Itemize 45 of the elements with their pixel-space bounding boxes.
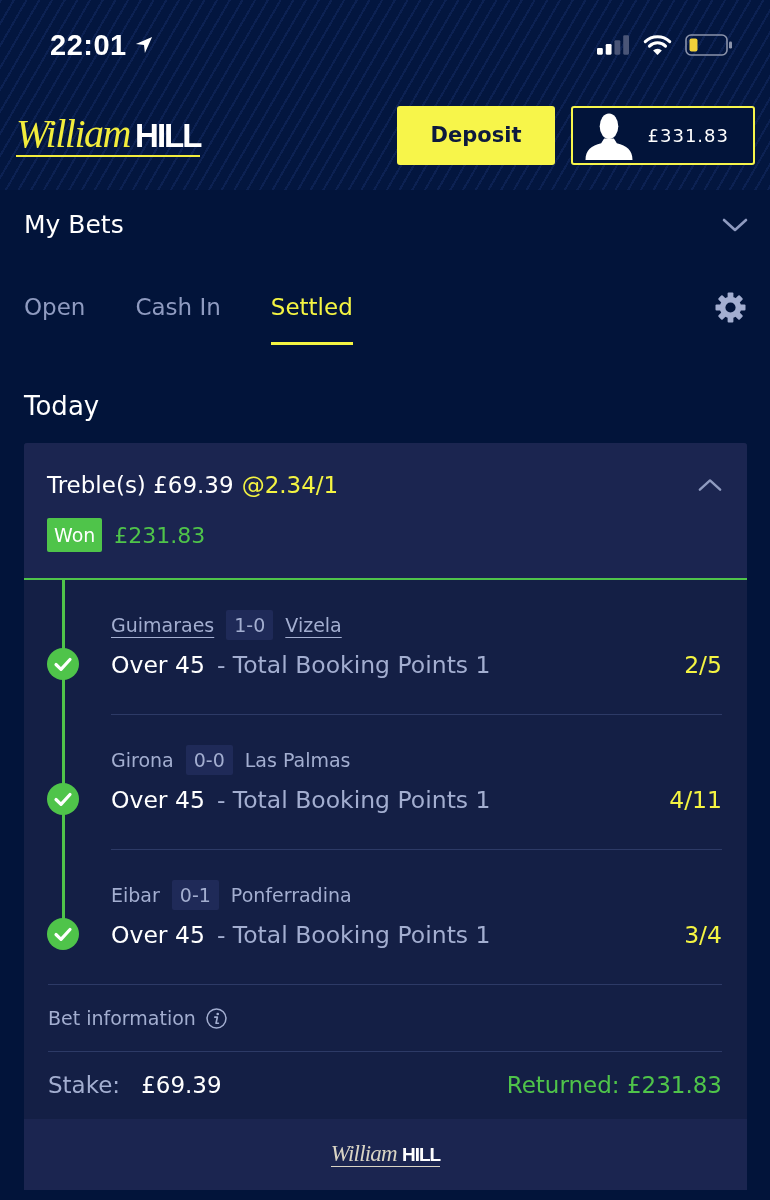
chevron-down-icon[interactable] (722, 218, 748, 232)
tab[interactable]: Settled (270, 290, 353, 345)
score: 0-0 (185, 745, 233, 775)
stake-label: Stake: (48, 1071, 121, 1101)
selection-name: Over 45 (111, 785, 205, 817)
leg-odds: 4/11 (669, 785, 722, 817)
location-arrow-icon (134, 36, 153, 54)
leg-odds: 2/5 (684, 650, 722, 682)
clock-time: 22:01 (50, 28, 127, 62)
status-label: Won (47, 518, 103, 552)
deposit-button[interactable]: Deposit (397, 106, 555, 165)
wifi-icon (643, 34, 672, 56)
brand-logo: William HILL (330, 1142, 441, 1167)
section-title: My Bets (24, 209, 124, 241)
tab[interactable]: Open (24, 290, 86, 345)
away-team[interactable]: Vizela (285, 610, 342, 640)
tab[interactable]: Cash In (135, 290, 221, 345)
score: 1-0 (226, 610, 274, 640)
away-team: Las Palmas (244, 747, 351, 773)
avatar-icon (585, 113, 633, 160)
home-team: Girona (111, 747, 174, 773)
bet-information-label: Bet information (48, 1005, 196, 1031)
market-name: - Total Booking Points 1 (216, 650, 491, 682)
market-name: - Total Booking Points 1 (216, 785, 491, 817)
return-amount: £231.83 (114, 521, 206, 550)
home-team[interactable]: Guimaraes (111, 610, 215, 640)
score: 0-1 (171, 880, 219, 910)
signal-icon (597, 35, 630, 55)
returned-amount: Returned: £231.83 (506, 1071, 722, 1101)
group-heading: Today (24, 390, 100, 423)
home-team: Eibar (111, 882, 160, 908)
leg-odds: 3/4 (684, 920, 722, 952)
bet-title: Treble(s) £69.39 (47, 471, 234, 500)
away-team: Ponferradina (230, 882, 352, 908)
account-balance-button[interactable]: £331.83 (571, 106, 755, 165)
info-icon[interactable] (205, 1007, 227, 1029)
settings-icon[interactable] (715, 292, 746, 323)
market-name: - Total Booking Points 1 (216, 920, 491, 952)
chevron-up-icon[interactable] (698, 478, 722, 492)
selection-name: Over 45 (111, 650, 205, 682)
stake-amount: £69.39 (141, 1071, 222, 1101)
battery-icon (685, 34, 733, 56)
brand-logo[interactable]: William HILL (16, 114, 201, 157)
selection-name: Over 45 (111, 920, 205, 952)
bet-odds: @2.34/1 (241, 471, 339, 500)
